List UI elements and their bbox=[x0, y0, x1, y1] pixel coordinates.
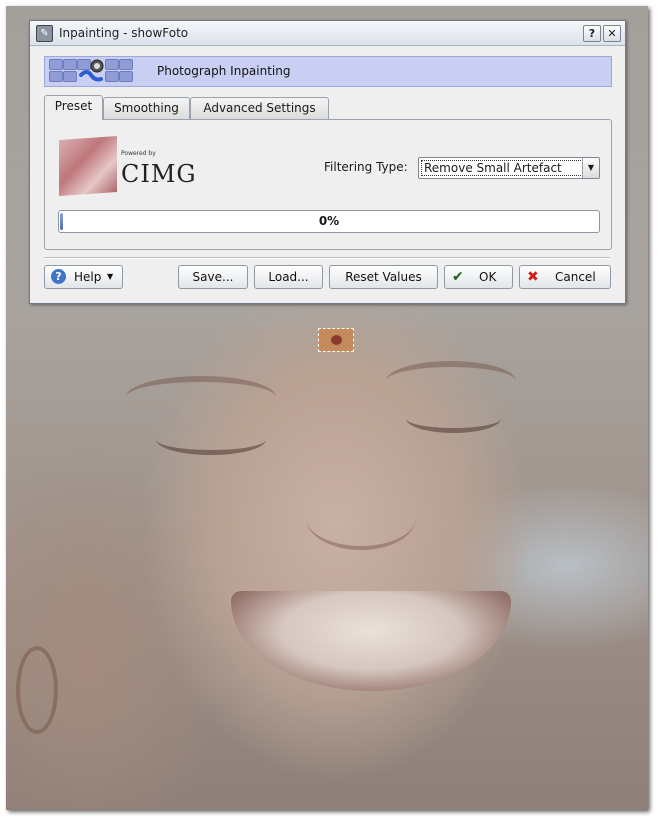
window-title: Inpainting - showFoto bbox=[59, 26, 189, 40]
reset-values-button[interactable]: Reset Values bbox=[329, 265, 438, 289]
tab-smoothing[interactable]: Smoothing bbox=[103, 97, 190, 119]
photo-left-eye bbox=[156, 424, 266, 455]
inpaint-selection-region[interactable] bbox=[318, 328, 354, 352]
ok-button[interactable]: ✔ OK bbox=[444, 265, 513, 289]
photo-right-brow bbox=[386, 361, 516, 401]
tab-advanced-settings[interactable]: Advanced Settings bbox=[190, 97, 329, 119]
cancel-button[interactable]: ✖ Cancel bbox=[519, 265, 611, 289]
x-icon: ✖ bbox=[527, 269, 539, 285]
preset-panel: Powered by CIMG Filtering Type: Remove S… bbox=[44, 119, 612, 250]
chevron-down-icon[interactable]: ▼ bbox=[582, 158, 599, 178]
progress-bar: 0% bbox=[58, 210, 600, 233]
save-button[interactable]: Save... bbox=[178, 265, 248, 289]
powered-by-text: Powered by bbox=[121, 150, 156, 157]
load-button[interactable]: Load... bbox=[254, 265, 323, 289]
digikam-plugin-logo-icon bbox=[49, 59, 145, 84]
titlebar-help-button[interactable]: ? bbox=[583, 25, 601, 42]
dialog-titlebar[interactable]: ✎ Inpainting - showFoto ? ✕ bbox=[30, 21, 625, 46]
cimg-logo-image bbox=[59, 135, 117, 197]
titlebar-close-button[interactable]: ✕ bbox=[603, 25, 621, 42]
help-button[interactable]: ? Help ▼ bbox=[44, 265, 123, 289]
photo-right-eye bbox=[406, 404, 501, 433]
cancel-label: Cancel bbox=[555, 270, 596, 284]
filtering-type-value: Remove Small Artefact bbox=[421, 160, 583, 176]
help-icon: ? bbox=[51, 269, 66, 284]
photo-smile bbox=[231, 591, 511, 691]
ok-label: OK bbox=[479, 270, 497, 284]
plugin-title: Photograph Inpainting bbox=[157, 64, 291, 78]
cimg-wordmark: CIMG bbox=[121, 160, 197, 188]
checkmark-icon: ✔ bbox=[452, 269, 464, 285]
inpainting-dialog: ✎ Inpainting - showFoto ? ✕ Photograph I… bbox=[29, 20, 626, 304]
photo-left-brow bbox=[126, 376, 276, 418]
progress-text: 0% bbox=[318, 214, 340, 228]
filtering-type-select[interactable]: Remove Small Artefact ▼ bbox=[418, 157, 600, 179]
help-label: Help bbox=[74, 270, 102, 284]
filtering-type-label: Filtering Type: bbox=[324, 160, 408, 174]
photo-nose bbox=[306, 486, 416, 550]
photo-earring bbox=[16, 646, 58, 734]
cimg-logo: Powered by CIMG bbox=[59, 135, 205, 197]
showfoto-icon[interactable]: ✎ bbox=[36, 25, 53, 42]
button-separator bbox=[44, 257, 610, 259]
plugin-header-banner: Photograph Inpainting bbox=[44, 56, 612, 87]
artefact-spot bbox=[331, 335, 342, 345]
chevron-down-icon: ▼ bbox=[107, 272, 114, 281]
tab-preset[interactable]: Preset bbox=[44, 95, 103, 120]
